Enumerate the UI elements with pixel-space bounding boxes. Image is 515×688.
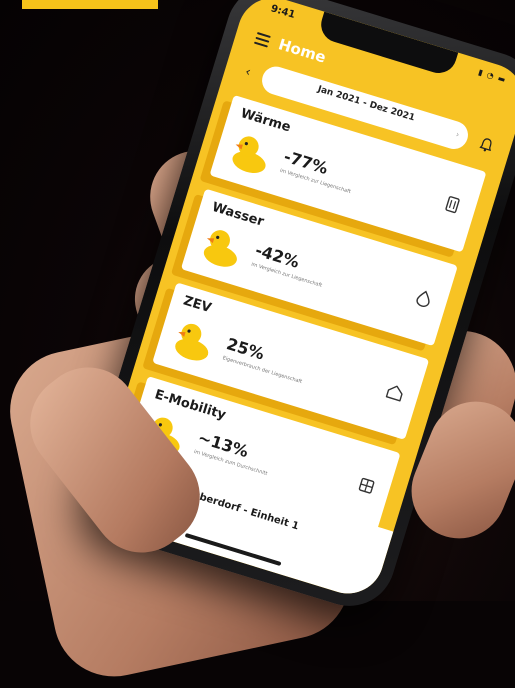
house-icon — [385, 385, 403, 402]
bell-icon[interactable] — [479, 136, 495, 153]
status-time: 9:41 — [269, 3, 297, 21]
card-title: ZEV — [181, 293, 214, 317]
duck-icon — [232, 136, 266, 174]
menu-icon[interactable] — [253, 32, 271, 48]
top-yellow-banner — [22, 0, 158, 9]
status-icons: ▮ ◔ ▬ — [477, 67, 508, 85]
water-drop-icon — [416, 290, 430, 307]
duck-icon — [203, 230, 237, 267]
duck-icon — [175, 323, 209, 361]
card-subtitle: Eigenverbrauch der Liegenschaft — [221, 355, 303, 386]
back-arrow-icon[interactable]: ‹ — [243, 65, 252, 81]
charger-icon — [358, 477, 375, 494]
page-title: Home — [276, 35, 329, 67]
thermometer-icon — [445, 196, 460, 214]
